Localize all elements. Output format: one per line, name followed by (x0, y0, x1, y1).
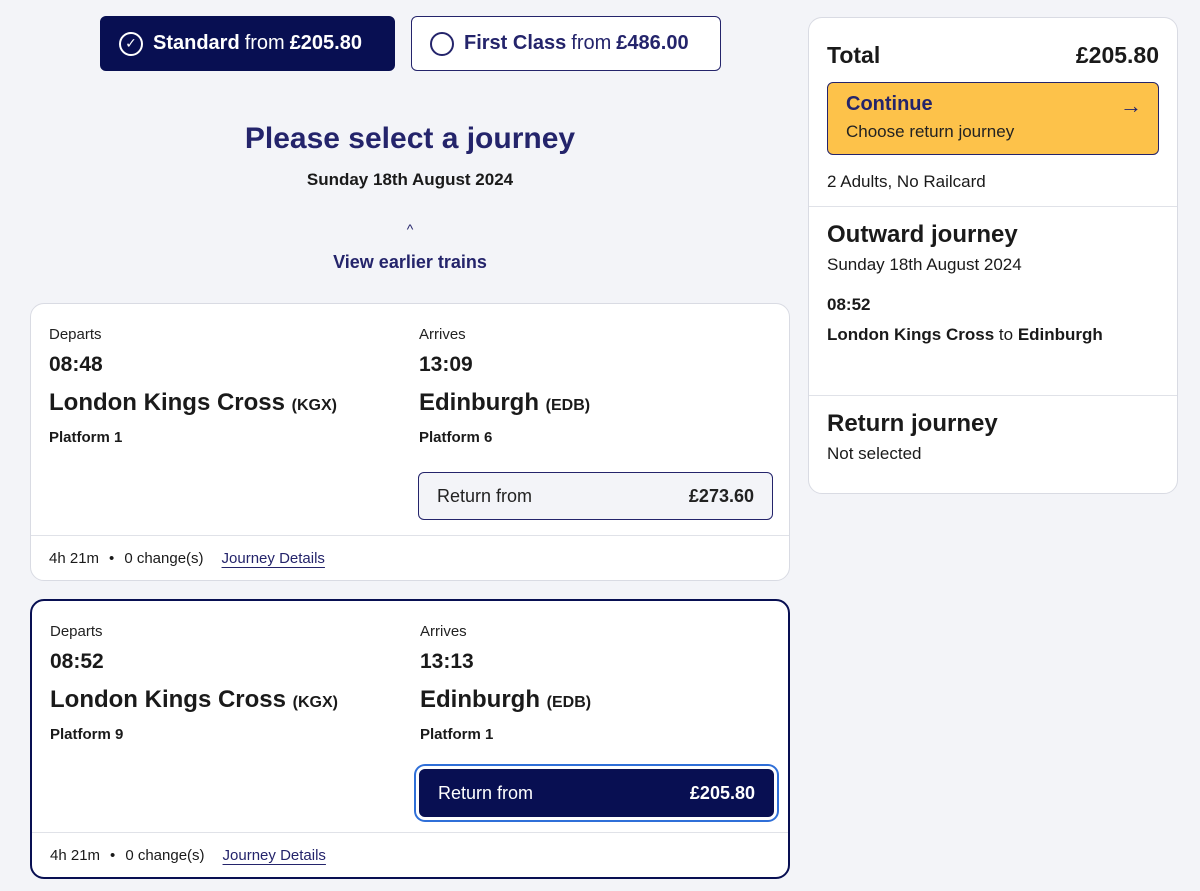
return-price-label: Return from (438, 782, 534, 803)
arrival-info: Arrives 13:09 Edinburgh (EDB) Platform 6 (419, 326, 590, 446)
journey-changes: 0 change(s) (125, 846, 205, 864)
depart-station-code: (KGX) (292, 694, 338, 711)
fare-class-toggle: ✓ Standard from £205.80 First Class from… (100, 16, 721, 71)
passenger-summary: 2 Adults, No Railcard (827, 172, 986, 191)
continue-button[interactable]: Continue Choose return journey → (827, 82, 1159, 155)
route-to-word: to (998, 325, 1014, 344)
arrive-station-name: Edinburgh (420, 686, 540, 713)
return-price-button[interactable]: Return from £273.60 (418, 472, 773, 520)
chevron-up-icon: ^ (406, 221, 414, 237)
journey-footer: 4h 21m • 0 change(s) Journey Details (32, 832, 788, 877)
journey-card[interactable]: Departs 08:48 London Kings Cross (KGX) P… (30, 303, 790, 581)
arrive-time: 13:09 (419, 353, 473, 376)
journey-footer: 4h 21m • 0 change(s) Journey Details (31, 535, 789, 580)
arrow-right-icon: → (1120, 93, 1142, 118)
depart-time: 08:52 (50, 650, 104, 673)
arrive-platform: Platform 6 (419, 429, 493, 446)
view-earlier-trains-link[interactable]: ^ View earlier trains (30, 220, 790, 273)
separator-dot: • (109, 549, 115, 567)
basket-summary: Total £205.80 Continue Choose return jou… (808, 17, 1178, 494)
journey-heading: Please select a journey Sunday 18th Augu… (30, 122, 790, 190)
depart-platform: Platform 1 (49, 429, 123, 446)
depart-station-code: (KGX) (291, 397, 337, 414)
route-to: Edinburgh (1017, 325, 1103, 344)
standard-fare-from: from (244, 32, 285, 54)
return-price-amount: £273.60 (688, 485, 754, 506)
journey-details-link[interactable]: Journey Details (223, 847, 326, 864)
departs-label: Departs (50, 623, 103, 640)
outward-journey-section: Outward journey Sunday 18th August 2024 … (809, 206, 1177, 395)
continue-title: Continue (846, 93, 933, 115)
arrive-station-code: (EDB) (546, 694, 592, 711)
depart-station-name: London Kings Cross (49, 389, 285, 416)
separator-dot: • (110, 846, 116, 864)
arrives-label: Arrives (419, 326, 466, 343)
return-journey-section: Return journey Not selected (809, 395, 1177, 464)
standard-fare-name: Standard (153, 32, 240, 54)
radio-empty-icon (430, 31, 454, 56)
outward-journey-date: Sunday 18th August 2024 (827, 255, 1022, 274)
arrives-label: Arrives (420, 623, 467, 640)
journey-duration: 4h 21m (49, 549, 100, 567)
standard-fare-price: £205.80 (289, 32, 362, 54)
route-from: London Kings Cross (827, 325, 995, 344)
arrive-station-name: Edinburgh (419, 389, 539, 416)
depart-platform: Platform 9 (50, 726, 124, 743)
depart-time: 08:48 (49, 353, 103, 376)
first-class-fare-name: First Class (464, 32, 567, 54)
return-price-label: Return from (437, 485, 533, 506)
outward-journey-time: 08:52 (827, 295, 871, 314)
journey-card-selected[interactable]: Departs 08:52 London Kings Cross (KGX) P… (30, 599, 790, 879)
page-title: Please select a journey (244, 122, 576, 155)
journey-date: Sunday 18th August 2024 (306, 170, 514, 189)
arrival-info: Arrives 13:13 Edinburgh (EDB) Platform 1 (420, 623, 591, 743)
view-earlier-trains-label: View earlier trains (333, 252, 487, 272)
departure-info: Departs 08:52 London Kings Cross (KGX) P… (50, 623, 338, 743)
arrive-station-code: (EDB) (545, 397, 591, 414)
total-value: £205.80 (1075, 42, 1159, 68)
return-price-button-selected[interactable]: Return from £205.80 (419, 769, 774, 817)
journey-details-link[interactable]: Journey Details (222, 550, 325, 567)
arrive-station: Edinburgh (EDB) (420, 686, 591, 714)
continue-subtitle: Choose return journey (846, 122, 1015, 141)
first-class-fare-price: £486.00 (616, 32, 689, 54)
summary-top: Total £205.80 Continue Choose return jou… (809, 18, 1177, 206)
outward-journey-route: London Kings Cross to Edinburgh (827, 325, 1159, 345)
outward-journey-title: Outward journey (827, 221, 1018, 248)
depart-station: London Kings Cross (KGX) (49, 389, 337, 417)
total-label: Total (827, 42, 881, 68)
arrive-platform: Platform 1 (420, 726, 494, 743)
arrive-time: 13:13 (420, 650, 474, 673)
standard-fare-button[interactable]: ✓ Standard from £205.80 (100, 16, 395, 71)
return-journey-status: Not selected (827, 444, 922, 463)
depart-station: London Kings Cross (KGX) (50, 686, 338, 714)
depart-station-name: London Kings Cross (50, 686, 286, 713)
journey-changes: 0 change(s) (124, 549, 204, 567)
first-class-fare-button[interactable]: First Class from £486.00 (411, 16, 721, 71)
journey-duration: 4h 21m (50, 846, 101, 864)
total-row: Total £205.80 (827, 42, 1159, 69)
departs-label: Departs (49, 326, 102, 343)
return-journey-title: Return journey (827, 410, 998, 437)
check-circle-icon: ✓ (119, 31, 143, 56)
first-class-fare-from: from (571, 32, 612, 54)
return-price-amount: £205.80 (689, 782, 755, 803)
arrive-station: Edinburgh (EDB) (419, 389, 590, 417)
departure-info: Departs 08:48 London Kings Cross (KGX) P… (49, 326, 337, 446)
